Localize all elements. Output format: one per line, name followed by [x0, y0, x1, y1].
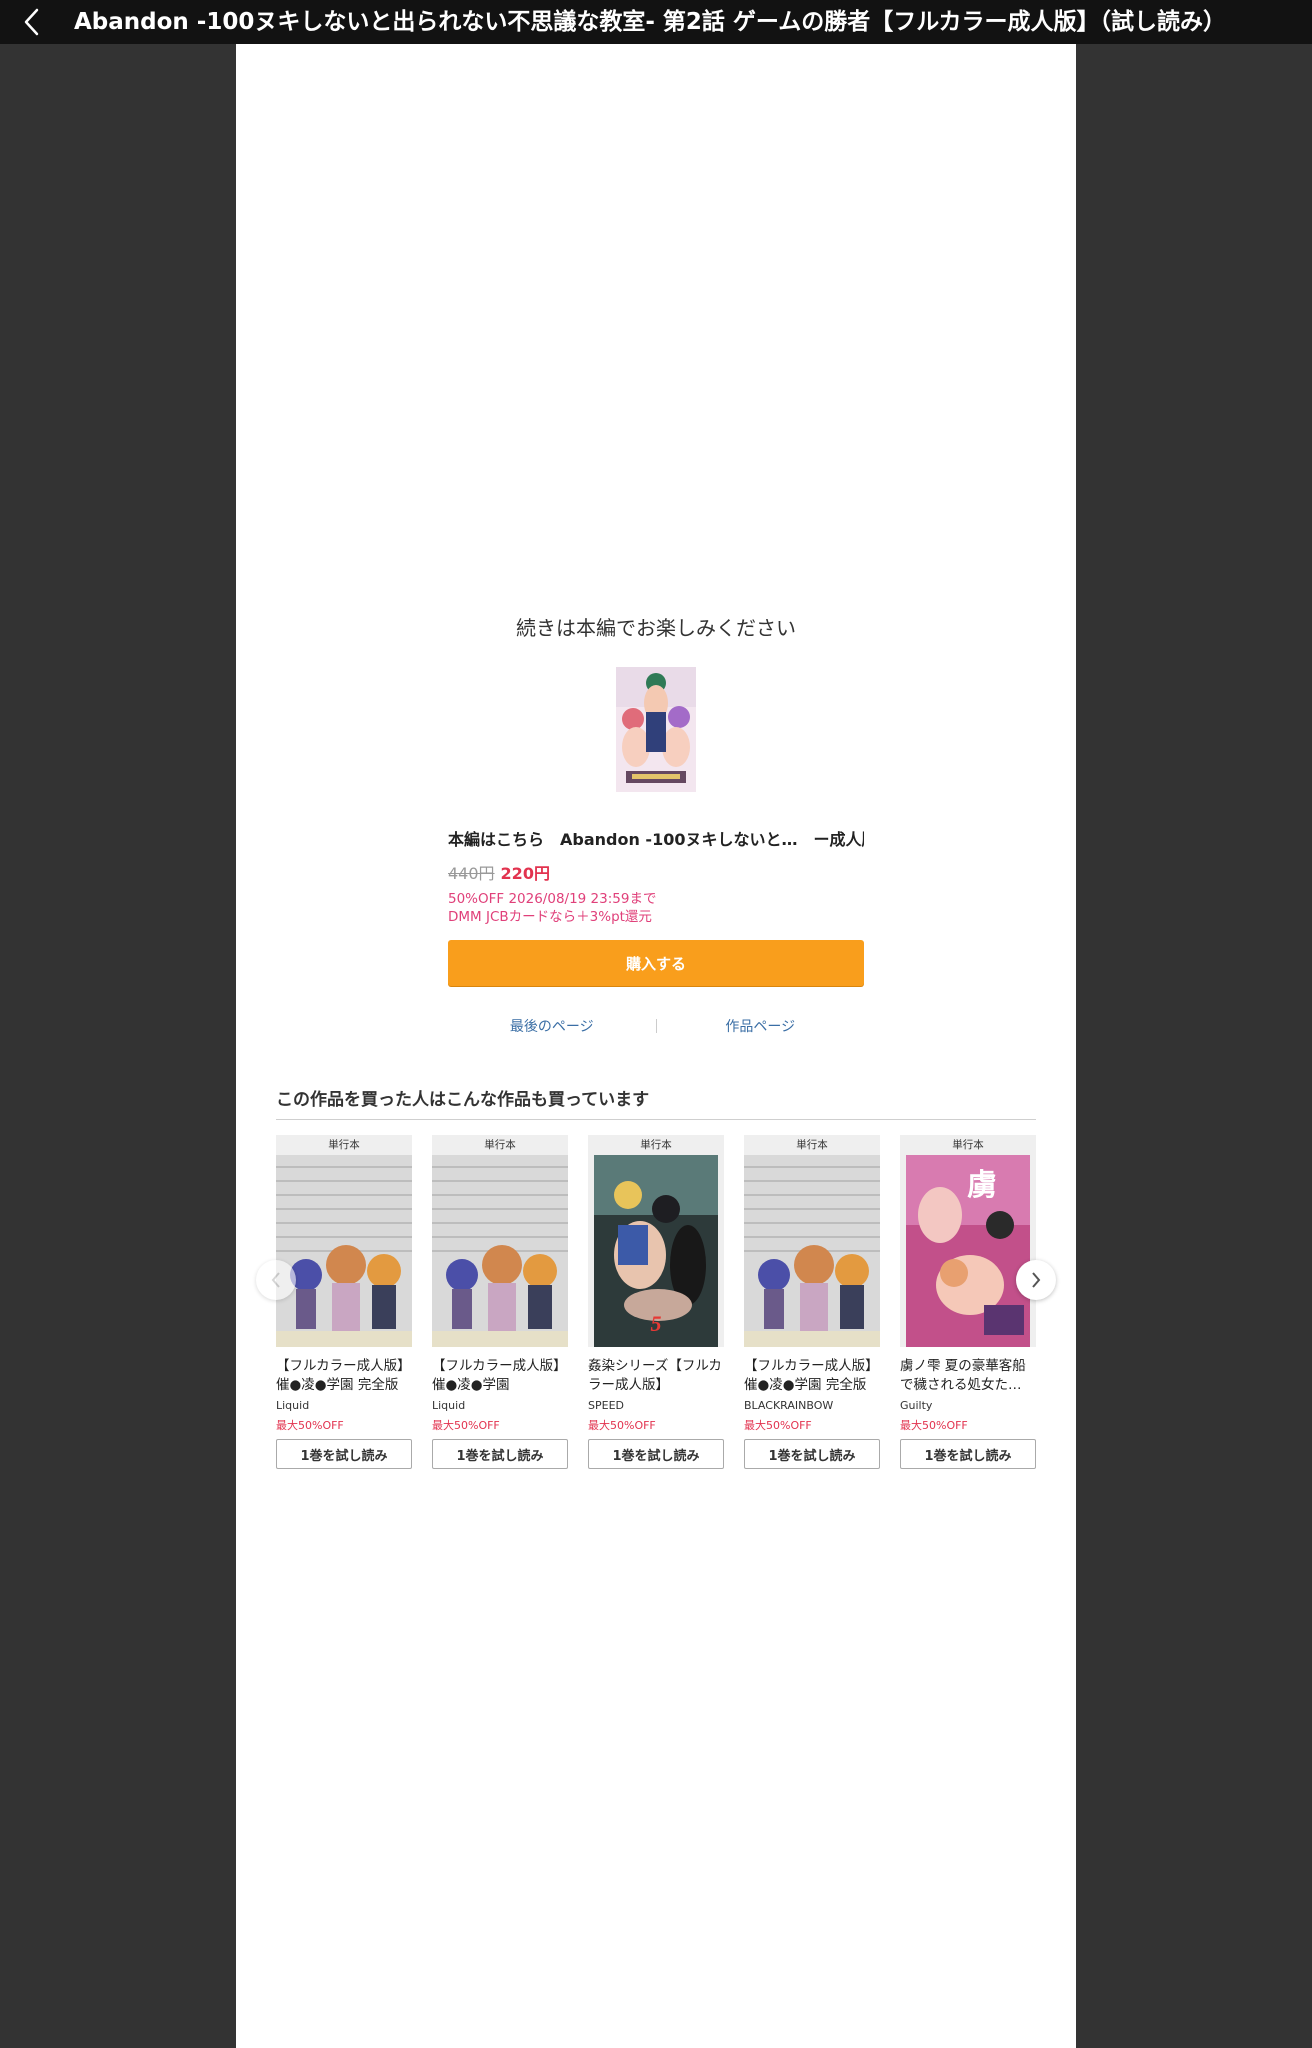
card-discount: 最大50%OFF	[432, 1419, 500, 1432]
page-title: Abandon -100ヌキしないと出られない不思議な教室- 第2話 ゲームの勝…	[74, 9, 1227, 35]
price-sale: 220円	[500, 864, 550, 883]
recommend-carousel: 単行本 【フルカラー成人版】催●凌●学園 完全版 Liquid 最大50%OFF…	[276, 1135, 1036, 1475]
trial-read-button[interactable]: 1巻を試し読み	[432, 1439, 568, 1469]
card-thumbnail[interactable]: 単行本 5	[588, 1135, 724, 1347]
card-title[interactable]: 姦染シリーズ【フルカラー成人版】	[588, 1357, 724, 1395]
buy-button[interactable]: 購入する	[448, 940, 864, 986]
card-format-label: 単行本	[640, 1139, 672, 1151]
card-format-label: 単行本	[484, 1139, 516, 1151]
card-format-label: 単行本	[796, 1139, 828, 1151]
svg-text:虜: 虜	[967, 1169, 997, 1202]
trial-read-button[interactable]: 1巻を試し読み	[900, 1439, 1036, 1469]
recommend-card[interactable]: 単行本 【フル	[744, 1135, 880, 1469]
recommend-card[interactable]: 単行本 虜 虜ノ雫 夏の豪華客船で穢される処女た… Guilty 最大50%OF…	[900, 1135, 1036, 1469]
card-thumbnail[interactable]: 単行本	[744, 1135, 880, 1347]
card-thumbnail[interactable]: 単行本 虜	[900, 1135, 1036, 1347]
sub-links: 最後のページ 作品ページ	[448, 1014, 864, 1038]
recommend-divider	[276, 1119, 1036, 1120]
chevron-left-icon	[24, 8, 39, 36]
cover-art	[616, 667, 696, 792]
card-discount: 最大50%OFF	[900, 1419, 968, 1432]
recommend-card[interactable]: 単行本 【フル	[276, 1135, 412, 1469]
trial-read-button[interactable]: 1巻を試し読み	[276, 1439, 412, 1469]
card-author[interactable]: BLACKRAINBOW	[744, 1399, 880, 1415]
card-cover-art	[432, 1155, 568, 1347]
card-bonus: DMM JCBカードなら＋3%pt還元	[448, 909, 652, 925]
card-discount: 最大50%OFF	[588, 1419, 656, 1432]
card-format-label: 単行本	[952, 1139, 984, 1151]
card-author[interactable]: Liquid	[432, 1399, 568, 1415]
card-author[interactable]: Liquid	[276, 1399, 412, 1415]
card-discount: 最大50%OFF	[276, 1419, 344, 1432]
continue-message: 続きは本編でお楽しみください	[516, 616, 796, 640]
price-original: 440円	[448, 864, 495, 883]
work-page-link[interactable]: 作品ページ	[657, 1016, 865, 1036]
card-cover-art: 5	[588, 1155, 724, 1347]
back-button[interactable]	[14, 4, 50, 40]
chevron-left-icon	[271, 1272, 280, 1288]
card-thumbnail[interactable]: 単行本	[276, 1135, 412, 1347]
last-page-link[interactable]: 最後のページ	[448, 1016, 656, 1036]
reader-page: 続きは本編でお楽しみください 本編はこちら Abandon -100ヌキしないと…	[236, 44, 1076, 2048]
top-bar: Abandon -100ヌキしないと出られない不思議な教室- 第2話 ゲームの勝…	[0, 0, 1312, 44]
svg-text:5: 5	[651, 1311, 662, 1336]
carousel-next-button[interactable]	[1016, 1260, 1056, 1300]
card-cover-art: 虜	[900, 1155, 1036, 1347]
card-title[interactable]: 【フルカラー成人版】催●凌●学園 完全版	[744, 1357, 880, 1395]
card-title[interactable]: 【フルカラー成人版】催●凌●学園	[432, 1357, 568, 1395]
price-row: 440円 220円	[448, 860, 550, 884]
sale-deadline: 50%OFF 2026/08/19 23:59まで	[448, 891, 657, 907]
trial-read-button[interactable]: 1巻を試し読み	[744, 1439, 880, 1469]
card-cover-art	[276, 1155, 412, 1347]
trial-read-button[interactable]: 1巻を試し読み	[588, 1439, 724, 1469]
card-format-label: 単行本	[328, 1139, 360, 1151]
recommend-card[interactable]: 単行本 5 姦染シリーズ【フルカラー成人版】 SPEED 最大50%OFF 1巻…	[588, 1135, 724, 1469]
carousel-prev-button[interactable]	[256, 1260, 296, 1300]
main-work-link[interactable]: 本編はこちら Abandon -100ヌキしないと… ー成人版】	[448, 826, 864, 850]
recommend-title: この作品を買った人はこんな作品も買っています	[276, 1090, 650, 1110]
card-thumbnail[interactable]: 単行本	[432, 1135, 568, 1347]
card-title[interactable]: 【フルカラー成人版】催●凌●学園 完全版	[276, 1357, 412, 1395]
card-author[interactable]: SPEED	[588, 1399, 724, 1415]
card-discount: 最大50%OFF	[744, 1419, 812, 1432]
card-title[interactable]: 虜ノ雫 夏の豪華客船で穢される処女た…	[900, 1357, 1036, 1395]
chevron-right-icon	[1032, 1272, 1041, 1288]
sale-info: 50%OFF 2026/08/19 23:59まで DMM JCBカードなら＋3…	[448, 890, 656, 926]
card-cover-art	[744, 1155, 880, 1347]
recommend-card[interactable]: 単行本 【フル	[432, 1135, 568, 1469]
main-work-cover[interactable]	[616, 667, 696, 792]
card-author[interactable]: Guilty	[900, 1399, 1036, 1415]
